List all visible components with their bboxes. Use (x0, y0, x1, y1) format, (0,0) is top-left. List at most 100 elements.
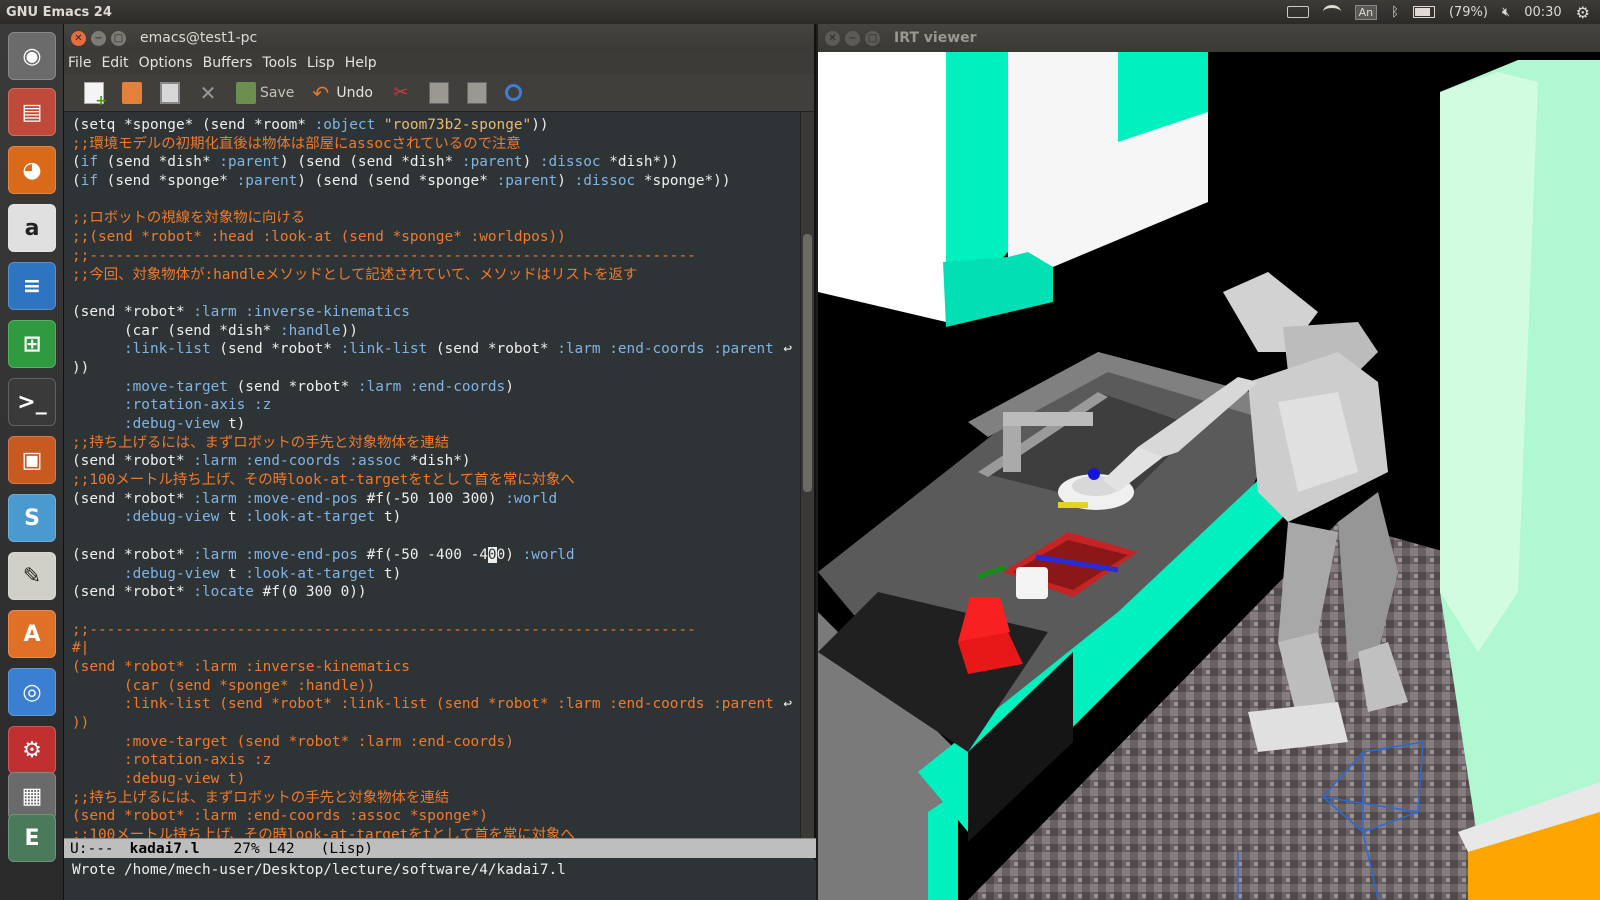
new-file-button[interactable] (80, 79, 108, 109)
code-line[interactable]: :link-list (send *robot* :link-list (sen… (72, 695, 800, 714)
code-line[interactable]: :move-target (send *robot* :larm :end-co… (72, 378, 800, 397)
menu-help[interactable]: Help (345, 55, 377, 71)
workspace-switcher-icon[interactable]: ▦ (8, 772, 56, 820)
save-button[interactable]: Save (232, 79, 298, 107)
modeline-buffer-name[interactable]: kadai7.l (130, 841, 200, 857)
3d-scene-canvas[interactable] (818, 52, 1600, 900)
undo-button[interactable]: ↶ Undo (308, 79, 377, 107)
code-line[interactable]: (if (send *sponge* :parent) (send (send … (72, 172, 800, 191)
clock[interactable]: 00:30 (1524, 5, 1561, 20)
viewer-maximize-button[interactable]: □ (865, 30, 880, 46)
menu-tools[interactable]: Tools (262, 55, 297, 71)
emacs-icon[interactable]: E (8, 814, 56, 862)
code-line[interactable]: ;;持ち上げるには、まずロボットの手先と対象物体を連結 (72, 434, 800, 453)
software-center-icon[interactable]: A (8, 610, 56, 658)
code-line[interactable]: (if (send *dish* :parent) (send (send *d… (72, 153, 800, 172)
open-file-button[interactable] (118, 79, 146, 107)
code-line[interactable]: ;;100メートル持ち上げ、その時look-at-targetをtとして首を常に… (72, 471, 800, 490)
launcher-glyph: a (24, 215, 40, 241)
firefox-icon[interactable]: ◕ (8, 146, 56, 194)
kill-buffer-button[interactable]: ✕ (194, 79, 222, 107)
code-line[interactable] (72, 284, 800, 303)
chromium-icon[interactable]: ◎ (8, 668, 56, 716)
vertical-scrollbar[interactable] (800, 112, 814, 846)
menu-buffers[interactable]: Buffers (203, 55, 253, 71)
code-line[interactable] (72, 602, 800, 621)
battery-icon[interactable] (1412, 6, 1435, 18)
code-line[interactable]: (send *robot* :locate #f(0 300 0)) (72, 583, 800, 602)
code-line[interactable]: #| (72, 639, 800, 658)
maximize-window-button[interactable]: □ (111, 30, 126, 46)
code-line[interactable]: (send *robot* :larm :move-end-pos #f(-50… (72, 490, 800, 509)
text-editor-icon[interactable]: ✎ (8, 552, 56, 600)
code-token: :parent (236, 173, 298, 190)
code-line[interactable]: :debug-view t :look-at-target t) (72, 508, 800, 527)
viewer-close-button[interactable]: ✕ (825, 30, 840, 46)
code-line[interactable]: (send *robot* :larm :inverse-kinematics (72, 658, 800, 677)
system-settings-icon[interactable]: ⚙ (8, 726, 56, 774)
cut-button[interactable]: ✂ (387, 79, 415, 107)
undo-label: Undo (336, 84, 373, 101)
menu-options[interactable]: Options (139, 55, 193, 71)
files-icon[interactable]: ▤ (8, 88, 56, 136)
battery-percent[interactable]: (79%) (1449, 5, 1488, 20)
impress-icon[interactable]: ▣ (8, 436, 56, 484)
line-wrap-icon: ↩ (783, 696, 792, 713)
menu-edit[interactable]: Edit (101, 55, 128, 71)
code-line[interactable]: (car (send *dish* :handle)) (72, 322, 800, 341)
wifi-icon[interactable] (1322, 5, 1341, 19)
scrollbar-thumb[interactable] (803, 234, 812, 492)
code-line[interactable]: (send *robot* :larm :end-coords :assoc *… (72, 807, 800, 826)
close-window-button[interactable]: ✕ (71, 30, 86, 46)
dired-button[interactable] (156, 79, 184, 107)
code-line[interactable]: )) (72, 359, 800, 378)
menu-file[interactable]: File (68, 55, 91, 71)
modeline-major-mode[interactable]: (Lisp) (321, 841, 373, 857)
viewer-minimize-button[interactable]: − (845, 30, 860, 46)
bluetooth-icon[interactable]: ᛒ (1391, 5, 1399, 20)
amazon-icon[interactable]: a (8, 204, 56, 252)
code-line[interactable]: ;;(send *robot* :head :look-at (send *sp… (72, 228, 800, 247)
writer-icon[interactable]: ≡ (8, 262, 56, 310)
code-line[interactable]: :link-list (send *robot* :link-list (sen… (72, 340, 800, 359)
code-token: :larm (193, 490, 237, 507)
code-line[interactable]: )) (72, 714, 800, 733)
code-line[interactable] (72, 527, 800, 546)
code-line[interactable]: :rotation-axis :z (72, 751, 800, 770)
code-line[interactable]: ;;環境モデルの初期化直後は物体は部屋にassocされているので注意 (72, 135, 800, 154)
keyboard-icon[interactable] (1286, 6, 1309, 18)
code-line[interactable]: (car (send *sponge* :handle)) (72, 677, 800, 696)
paste-button[interactable] (463, 79, 491, 107)
input-method-indicator[interactable]: An (1354, 4, 1378, 20)
editor-buffer[interactable]: (setq *sponge* (send *room* :object "roo… (64, 112, 800, 846)
code-line[interactable]: ;;今回、対象物体が:handleメソッドとして記述されていて、メソッドはリスト… (72, 266, 800, 285)
code-line[interactable]: :debug-view t) (72, 770, 800, 789)
slack-icon[interactable]: S (8, 494, 56, 542)
code-line[interactable]: ;;--------------------------------------… (72, 621, 800, 640)
code-line[interactable]: (send *robot* :larm :end-coords :assoc *… (72, 452, 800, 471)
terminal-icon[interactable]: >_ (8, 378, 56, 426)
code-line[interactable]: ;;ロボットの視線を対象物に向ける (72, 209, 800, 228)
code-line[interactable]: (send *robot* :larm :move-end-pos #f(-50… (72, 546, 800, 565)
emacs-titlebar[interactable]: ✕ − □ emacs@test1-pc (64, 24, 814, 52)
ubuntu-dash-icon[interactable]: ◉ (8, 32, 56, 80)
code-line[interactable]: :debug-view t :look-at-target t) (72, 565, 800, 584)
code-line[interactable]: :rotation-axis :z (72, 396, 800, 415)
menu-lisp[interactable]: Lisp (307, 55, 335, 71)
code-line[interactable]: :debug-view t) (72, 415, 800, 434)
search-button[interactable] (501, 79, 526, 107)
minimize-window-button[interactable]: − (91, 30, 106, 46)
code-line[interactable]: :move-target (send *robot* :larm :end-co… (72, 733, 800, 752)
session-gear-icon[interactable]: ⚙ (1576, 3, 1590, 22)
code-line[interactable]: ;;持ち上げるには、まずロボットの手先と対象物体を連結 (72, 789, 800, 808)
code-line[interactable]: (setq *sponge* (send *room* :object "roo… (72, 116, 800, 135)
code-token: ;;(send *robot* :head :look-at (send *sp… (72, 229, 566, 246)
calc-icon[interactable]: ⊞ (8, 320, 56, 368)
copy-button[interactable] (425, 79, 453, 107)
code-line[interactable]: (send *robot* :larm :inverse-kinematics (72, 303, 800, 322)
echo-area[interactable]: Wrote /home/mech-user/Desktop/lecture/so… (64, 860, 816, 900)
viewer-titlebar[interactable]: ✕ − □ IRT viewer (818, 24, 1600, 52)
volume-mute-icon[interactable]: 🔇︎ (1502, 5, 1510, 20)
code-line[interactable]: ;;--------------------------------------… (72, 247, 800, 266)
code-line[interactable] (72, 191, 800, 210)
